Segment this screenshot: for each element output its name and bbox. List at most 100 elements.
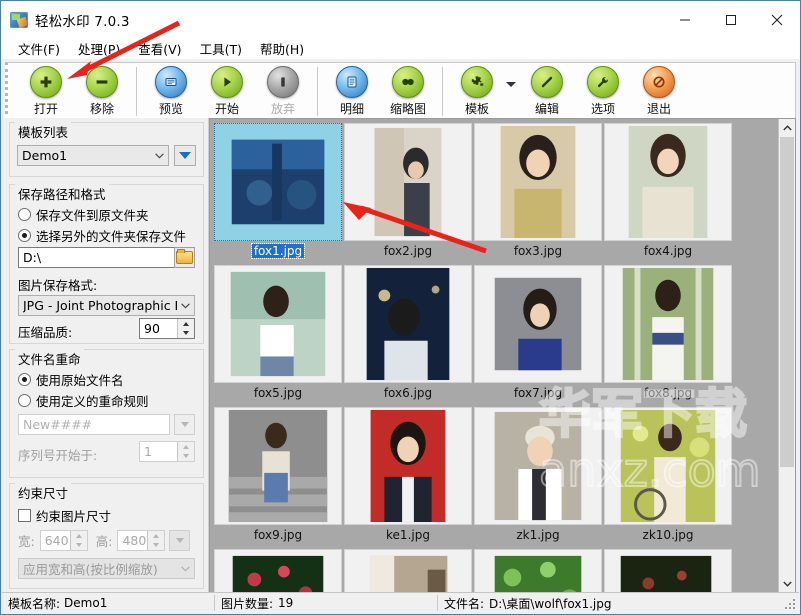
thumbnail-image[interactable] xyxy=(474,407,602,525)
toolbar-details-button[interactable]: 明细 xyxy=(324,63,380,119)
save-path-group: 保存路径和格式 保存文件到原文件夹 选择另外的文件夹保存文件 D:\ 图片保存格… xyxy=(9,184,204,344)
thumbnail-item[interactable]: fox3.jpg xyxy=(474,123,602,263)
menu-file[interactable]: 文件(F) xyxy=(9,37,69,61)
radio-save-other[interactable]: 选择另外的文件夹保存文件 xyxy=(18,226,186,245)
thumbnail-item[interactable]: fox9.jpg xyxy=(214,407,342,547)
height-spin-buttons[interactable] xyxy=(147,531,165,551)
title-bar: 轻松水印 7.0.3 xyxy=(1,1,800,38)
width-value: 640 xyxy=(44,533,69,548)
width-stepper[interactable]: 640 xyxy=(39,530,88,551)
thumbnail-image[interactable] xyxy=(344,123,472,241)
thumbnail-image[interactable] xyxy=(344,265,472,383)
thumbnail-image[interactable] xyxy=(604,549,732,592)
radio-icon xyxy=(18,208,31,221)
thumbnail-item[interactable]: zk1.jpg xyxy=(474,407,602,547)
menu-process[interactable]: 处理(P) xyxy=(69,37,129,61)
spin-up-icon[interactable] xyxy=(178,442,194,452)
toolbar-open-button[interactable]: 打开 xyxy=(18,63,74,119)
toolbar-template-button[interactable]: 模板 xyxy=(449,63,505,119)
thumbnail-item[interactable]: fox6.jpg xyxy=(344,265,472,405)
thumbnail-item[interactable]: ke1.jpg xyxy=(344,407,472,547)
thumbnail-item[interactable]: fox2.jpg xyxy=(344,123,472,263)
spin-up-icon[interactable] xyxy=(71,531,87,541)
thumbnail-caption: zk10.jpg xyxy=(642,528,694,542)
minimize-button[interactable] xyxy=(662,1,708,38)
height-stepper[interactable]: 480 xyxy=(117,530,166,551)
spin-down-icon[interactable] xyxy=(178,452,194,462)
menu-view[interactable]: 查看(V) xyxy=(129,37,190,61)
thumbnail-item[interactable]: fox4.jpg xyxy=(604,123,732,263)
thumbnail-image[interactable] xyxy=(344,549,472,592)
template-combo[interactable]: Demo1 xyxy=(17,145,169,166)
radio-save-original[interactable]: 保存文件到原文件夹 xyxy=(18,205,149,224)
scroll-up-button[interactable] xyxy=(779,119,795,136)
spin-down-icon[interactable] xyxy=(178,329,194,339)
toolbar-abort-label: 放弃 xyxy=(270,102,295,116)
thumbnail-image[interactable] xyxy=(214,407,342,525)
toolbar-start-button[interactable]: 开始 xyxy=(199,63,255,119)
scrollbar-thumb[interactable] xyxy=(780,137,794,467)
menu-help[interactable]: 帮助(H) xyxy=(251,37,313,61)
close-button[interactable] xyxy=(754,1,800,38)
toolbar-group-view: 明细 缩略图 xyxy=(324,63,436,120)
quality-stepper[interactable]: 90 xyxy=(139,318,195,339)
size-presets-button[interactable] xyxy=(169,530,191,551)
thumbnail-pane[interactable]: fox1.jpg fox2.jpg fox3.jpg fox4.jpg fox5… xyxy=(209,118,796,593)
spin-up-icon[interactable] xyxy=(178,319,194,329)
thumbnail-image[interactable] xyxy=(344,407,472,525)
thumbnail-image[interactable] xyxy=(604,407,732,525)
thumbnail-image[interactable] xyxy=(474,549,602,592)
toolbar-template-label: 模板 xyxy=(464,102,489,116)
thumbnail-item[interactable] xyxy=(474,549,602,592)
thumbnail-item[interactable]: fox8.jpg xyxy=(604,265,732,405)
save-path-input[interactable]: D:\ xyxy=(18,247,195,268)
template-dropdown-button[interactable] xyxy=(174,145,196,166)
sequence-spin-buttons[interactable] xyxy=(177,442,194,461)
thumbnail-image[interactable] xyxy=(214,265,342,383)
thumbnail-caption: fox2.jpg xyxy=(383,244,433,258)
thumbnail-image[interactable] xyxy=(214,123,342,241)
sequence-start-stepper[interactable]: 1 xyxy=(139,441,195,462)
radio-use-original-name[interactable]: 使用原始文件名 xyxy=(18,370,124,389)
thumbnail-item[interactable]: zk10.jpg xyxy=(604,407,732,547)
thumbnail-image[interactable] xyxy=(214,549,342,592)
thumbnail-item[interactable] xyxy=(214,549,342,592)
wrench-icon xyxy=(587,66,619,98)
browse-folder-button[interactable] xyxy=(174,247,195,268)
quality-spin-buttons[interactable] xyxy=(177,319,194,338)
radio-use-custom-rule[interactable]: 使用定义的重命规则 xyxy=(18,391,149,410)
toolbar-remove-button[interactable]: 移除 xyxy=(74,63,130,119)
scroll-down-button[interactable] xyxy=(779,575,795,592)
thumbnail-scrollbar[interactable] xyxy=(778,119,795,592)
radio-icon xyxy=(18,394,31,407)
spin-up-icon[interactable] xyxy=(148,531,164,541)
thumbnail-image[interactable] xyxy=(474,265,602,383)
toolbar-group-run: 预览 开始 放弃 xyxy=(143,63,311,120)
toolbar-options-button[interactable]: 选项 xyxy=(575,63,631,119)
thumbnail-image[interactable] xyxy=(474,123,602,241)
toolbar-preview-button[interactable]: 预览 xyxy=(143,63,199,119)
thumbnail-image[interactable] xyxy=(604,123,732,241)
constrain-size-checkbox[interactable]: 约束图片尺寸 xyxy=(18,506,111,525)
thumbnail-item[interactable]: fox5.jpg xyxy=(214,265,342,405)
thumbnail-item[interactable] xyxy=(604,549,732,592)
resize-grip-icon[interactable] xyxy=(783,596,797,610)
toolbar-thumbnails-button[interactable]: 缩略图 xyxy=(380,63,436,119)
toolbar-edit-button[interactable]: 编辑 xyxy=(519,63,575,119)
width-spin-buttons[interactable] xyxy=(69,531,87,551)
spin-down-icon[interactable] xyxy=(71,541,87,551)
thumbnail-item[interactable]: fox7.jpg xyxy=(474,265,602,405)
format-combo[interactable]: JPG - Joint Photographic Experts ( xyxy=(18,295,195,316)
radio-use-custom-rule-label: 使用定义的重命规则 xyxy=(36,394,149,409)
thumbnail-item[interactable] xyxy=(344,549,472,592)
maximize-button[interactable] xyxy=(708,1,754,38)
spin-down-icon[interactable] xyxy=(148,541,164,551)
thumbnail-image[interactable] xyxy=(604,265,732,383)
toolbar-exit-button[interactable]: 退出 xyxy=(631,63,687,119)
scale-mode-combo[interactable]: 应用宽和高(按比例缩放) xyxy=(18,558,195,579)
rename-pattern-input[interactable]: New#### xyxy=(18,414,170,435)
thumbnail-item[interactable]: fox1.jpg xyxy=(214,123,342,263)
rename-pattern-dropdown-button[interactable] xyxy=(174,414,195,435)
chevron-down-icon[interactable] xyxy=(506,82,516,87)
menu-tools[interactable]: 工具(T) xyxy=(191,37,251,61)
